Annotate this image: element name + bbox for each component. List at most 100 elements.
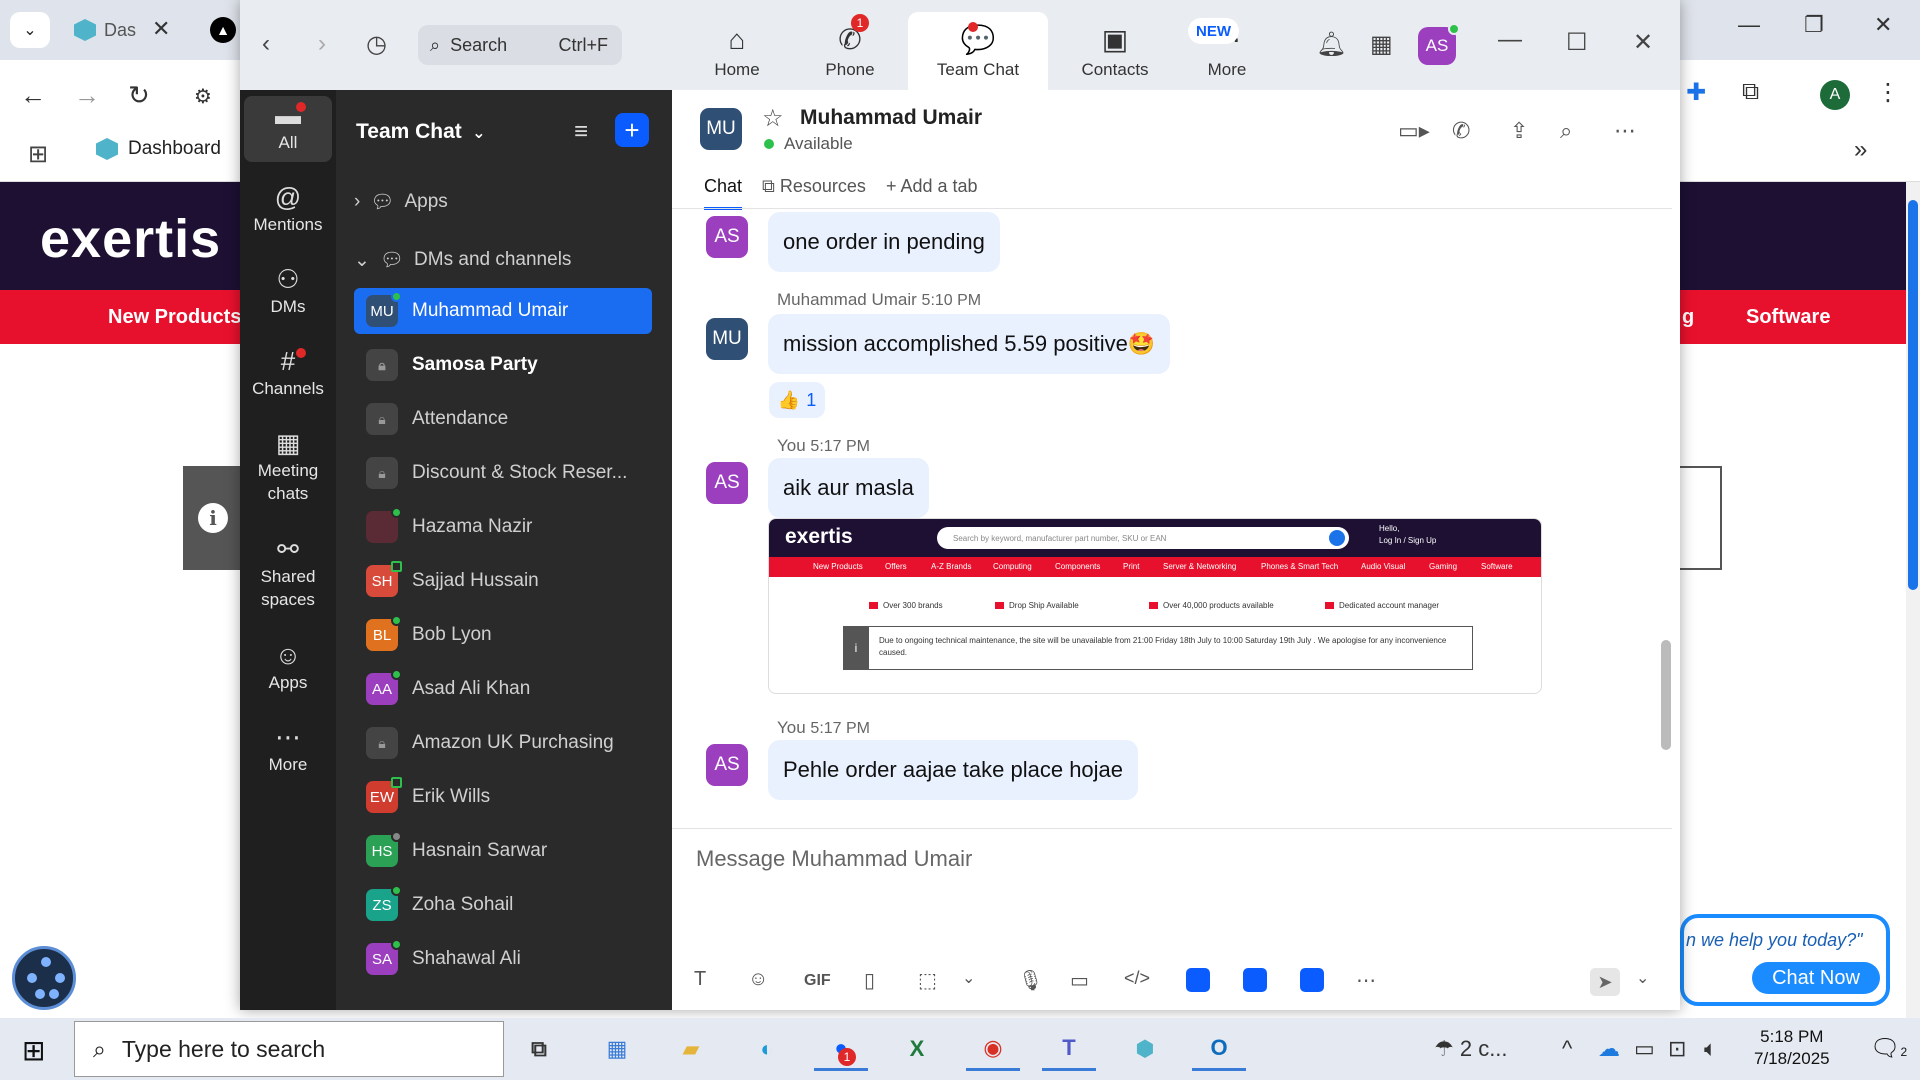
- send-icon[interactable]: ➤: [1590, 968, 1620, 996]
- task-view-icon[interactable]: ⧉: [512, 1027, 566, 1071]
- onedrive-icon[interactable]: ☁: [1598, 1036, 1620, 1062]
- video-message-icon[interactable]: ▭: [1070, 968, 1089, 993]
- tab-add[interactable]: + Add a tab: [886, 176, 978, 210]
- app-shortcut-icon[interactable]: [1243, 968, 1267, 992]
- emoji-icon[interactable]: ☺: [748, 968, 768, 991]
- nav-contacts[interactable]: ▣ Contacts: [1060, 12, 1170, 90]
- site-settings-icon[interactable]: ⚙: [194, 84, 212, 109]
- assistant-orb-icon[interactable]: [12, 946, 76, 1010]
- zoom-maximize-icon[interactable]: ☐: [1566, 28, 1588, 57]
- message-avatar[interactable]: MU: [706, 318, 748, 360]
- calculator-icon[interactable]: ▦: [590, 1027, 644, 1071]
- zoom-close-icon[interactable]: ✕: [1633, 28, 1653, 57]
- share-screen-icon[interactable]: ⇪: [1510, 118, 1528, 144]
- zoom-search-box[interactable]: ⌕ Search Ctrl+F: [418, 25, 622, 65]
- nav-phone[interactable]: ✆ Phone: [795, 12, 905, 90]
- team-chat-dropdown[interactable]: Team Chat ⌄: [356, 120, 486, 144]
- rail-shared-spaces[interactable]: ⚯ Shared spaces: [244, 536, 332, 611]
- browser-close-icon[interactable]: ✕: [1874, 12, 1892, 38]
- new-chat-button[interactable]: +: [615, 113, 649, 147]
- teams-icon[interactable]: T: [1042, 1027, 1096, 1071]
- list-item[interactable]: Hazama Nazir: [354, 504, 652, 550]
- site-nav-software[interactable]: Software: [1746, 306, 1830, 329]
- message-avatar[interactable]: AS: [706, 216, 748, 258]
- notifications-bell-icon[interactable]: 🔔︎: [1316, 30, 1346, 59]
- list-item[interactable]: 🔒︎ Amazon UK Purchasing: [354, 720, 652, 766]
- more-dots-icon[interactable]: ⋯: [1356, 968, 1376, 993]
- phone-call-icon[interactable]: ✆: [1452, 118, 1470, 144]
- tab-close-icon[interactable]: ✕: [152, 16, 170, 42]
- nav-home[interactable]: ⌂ Home: [682, 12, 792, 90]
- taskbar-clock[interactable]: 5:18 PM 7/18/2025: [1754, 1026, 1830, 1070]
- windows-start-icon[interactable]: ⊞: [22, 1034, 45, 1067]
- screenshot-icon[interactable]: ⬚: [918, 968, 937, 993]
- outlook-icon[interactable]: O: [1192, 1027, 1246, 1071]
- volume-icon[interactable]: 🔈︎: [1704, 1036, 1717, 1062]
- app-hexagon-icon[interactable]: ⬢: [1118, 1027, 1172, 1071]
- nav-team-chat[interactable]: 💬 Team Chat: [908, 12, 1048, 90]
- list-item[interactable]: 🔒︎ Attendance: [354, 396, 652, 442]
- extensions-puzzle-icon[interactable]: ⧉: [1742, 78, 1759, 106]
- tab-chat[interactable]: Chat: [704, 176, 743, 210]
- chrome-icon[interactable]: ◉: [966, 1027, 1020, 1071]
- reload-icon[interactable]: ↻: [128, 80, 150, 111]
- format-text-icon[interactable]: T: [694, 968, 706, 991]
- rail-dms[interactable]: ⚇ DMs: [244, 266, 332, 318]
- section-apps[interactable]: › 💬︎ Apps: [354, 190, 448, 214]
- page-scrollbar-thumb[interactable]: [1908, 200, 1918, 590]
- list-item[interactable]: HS Hasnain Sarwar: [354, 828, 652, 874]
- rail-all[interactable]: ▬ All: [244, 96, 332, 162]
- rail-apps[interactable]: ☺ Apps: [244, 642, 332, 694]
- star-icon[interactable]: ☆: [762, 104, 784, 133]
- rail-meeting-chats[interactable]: ▦ Meeting chats: [244, 430, 332, 505]
- gif-icon[interactable]: GIF: [804, 972, 831, 990]
- chat-scrollbar-thumb[interactable]: [1661, 640, 1671, 750]
- weather-widget[interactable]: ☂ 2 c...: [1434, 1036, 1508, 1062]
- browser-minimize-icon[interactable]: —: [1738, 12, 1760, 38]
- message-bubble[interactable]: Pehle order aajae take place hojae: [768, 740, 1139, 800]
- section-dms-channels[interactable]: ⌄ 💬︎ DMs and channels: [354, 248, 571, 272]
- list-item[interactable]: ZS Zoha Sohail: [354, 882, 652, 928]
- search-icon[interactable]: ⌕: [1560, 118, 1572, 144]
- site-nav-partial[interactable]: g: [1682, 306, 1694, 329]
- chat-header-avatar[interactable]: MU: [700, 108, 742, 150]
- zoom-minimize-icon[interactable]: —: [1498, 26, 1522, 54]
- bookmarks-overflow-icon[interactable]: »: [1854, 136, 1867, 164]
- microphone-icon[interactable]: 🎙︎: [1018, 968, 1043, 993]
- bookmark-dashboard[interactable]: Dashboard: [96, 138, 221, 160]
- list-item[interactable]: 🔒︎ Samosa Party: [354, 342, 652, 388]
- message-bubble[interactable]: aik aur masla: [768, 458, 929, 518]
- chat-header-name[interactable]: Muhammad Umair: [800, 106, 982, 130]
- list-item[interactable]: MU Muhammad Umair: [354, 288, 652, 334]
- browser-menu-icon[interactable]: ⋮: [1876, 78, 1900, 107]
- site-logo[interactable]: exertis: [40, 208, 221, 270]
- list-item[interactable]: SH Sajjad Hussain: [354, 558, 652, 604]
- message-bubble[interactable]: one order in pending: [768, 212, 1000, 272]
- zoom-back-icon[interactable]: ‹: [262, 30, 270, 58]
- site-nav-new-products[interactable]: New Products: [108, 306, 241, 329]
- file-explorer-icon[interactable]: ▰: [664, 1027, 718, 1071]
- excel-icon[interactable]: X: [890, 1027, 944, 1071]
- code-snippet-icon[interactable]: </>: [1124, 968, 1150, 989]
- zoom-forward-icon[interactable]: ›: [318, 30, 326, 58]
- notifications-icon[interactable]: 🗨︎2: [1870, 1034, 1907, 1063]
- send-options-chevron-icon[interactable]: ⌄: [1636, 968, 1649, 988]
- list-item[interactable]: AA Asad Ali Khan: [354, 666, 652, 712]
- browser-restore-icon[interactable]: ❐: [1804, 12, 1824, 38]
- edge-icon[interactable]: ◐: [740, 1027, 794, 1071]
- tab-resources[interactable]: ⧉ Resources: [762, 176, 866, 210]
- message-avatar[interactable]: AS: [706, 462, 748, 504]
- video-call-icon[interactable]: ▭▸: [1398, 118, 1430, 144]
- app-shortcut-icon[interactable]: [1186, 968, 1210, 992]
- tray-chevron-icon[interactable]: ^: [1562, 1036, 1572, 1062]
- message-bubble[interactable]: mission accomplished 5.59 positive🤩: [768, 314, 1171, 374]
- list-item[interactable]: EW Erik Wills: [354, 774, 652, 820]
- file-icon[interactable]: ▯: [864, 968, 875, 993]
- tab-search-chevron-icon[interactable]: ⌄: [10, 12, 50, 48]
- calendar-icon[interactable]: ▦: [1370, 30, 1393, 59]
- chevron-down-icon[interactable]: ⌄: [962, 968, 975, 988]
- history-clock-icon[interactable]: ◷: [366, 30, 387, 59]
- battery-icon[interactable]: ▭: [1634, 1036, 1655, 1062]
- more-options-icon[interactable]: ⋯: [1614, 118, 1636, 144]
- message-avatar[interactable]: AS: [706, 744, 748, 786]
